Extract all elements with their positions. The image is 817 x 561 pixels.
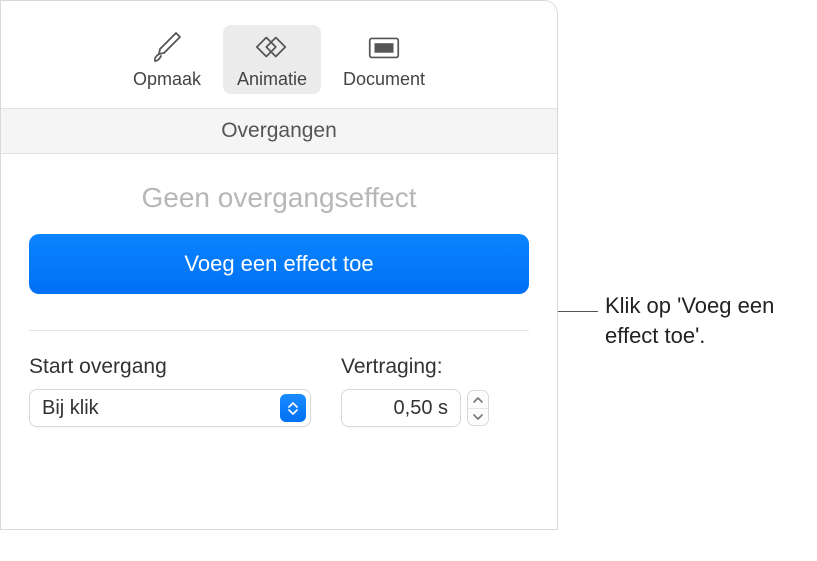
- start-transition-label: Start overgang: [29, 355, 311, 379]
- diamonds-icon: [253, 31, 291, 63]
- add-effect-button[interactable]: Voeg een effect toe: [29, 234, 529, 294]
- delay-label: Vertraging:: [341, 355, 529, 379]
- tab-label: Document: [343, 69, 425, 90]
- tab-label: Animatie: [237, 69, 307, 90]
- divider: [29, 330, 529, 331]
- tab-label: Opmaak: [133, 69, 201, 90]
- tab-animate[interactable]: Animatie: [223, 25, 321, 94]
- start-transition-group: Start overgang Bij klik: [29, 355, 311, 427]
- delay-input[interactable]: [341, 389, 461, 427]
- chevron-up-down-icon: [280, 394, 306, 422]
- start-transition-select[interactable]: Bij klik: [29, 389, 311, 427]
- inspector-panel: Opmaak Animatie Document Overgangen Gee: [0, 0, 558, 530]
- section-header-transitions: Overgangen: [1, 108, 557, 154]
- document-icon: [365, 31, 403, 63]
- transition-controls: Start overgang Bij klik Vertraging:: [29, 355, 529, 427]
- stepper-up-button[interactable]: [468, 391, 488, 408]
- transitions-content: Geen overgangseffect Voeg een effect toe…: [1, 154, 557, 427]
- paintbrush-icon: [148, 31, 186, 63]
- delay-stepper-wrap: [341, 389, 529, 427]
- stepper-down-button[interactable]: [468, 408, 488, 425]
- select-value: Bij klik: [42, 397, 99, 420]
- callout-leader-line: [558, 311, 598, 312]
- no-effect-label: Geen overgangseffect: [29, 182, 529, 214]
- delay-stepper: [467, 390, 489, 426]
- inspector-toolbar: Opmaak Animatie Document: [1, 1, 557, 108]
- callout-text: Klik op 'Voeg een effect toe'.: [605, 291, 805, 350]
- tab-document[interactable]: Document: [329, 25, 439, 94]
- tab-format[interactable]: Opmaak: [119, 25, 215, 94]
- delay-group: Vertraging:: [341, 355, 529, 427]
